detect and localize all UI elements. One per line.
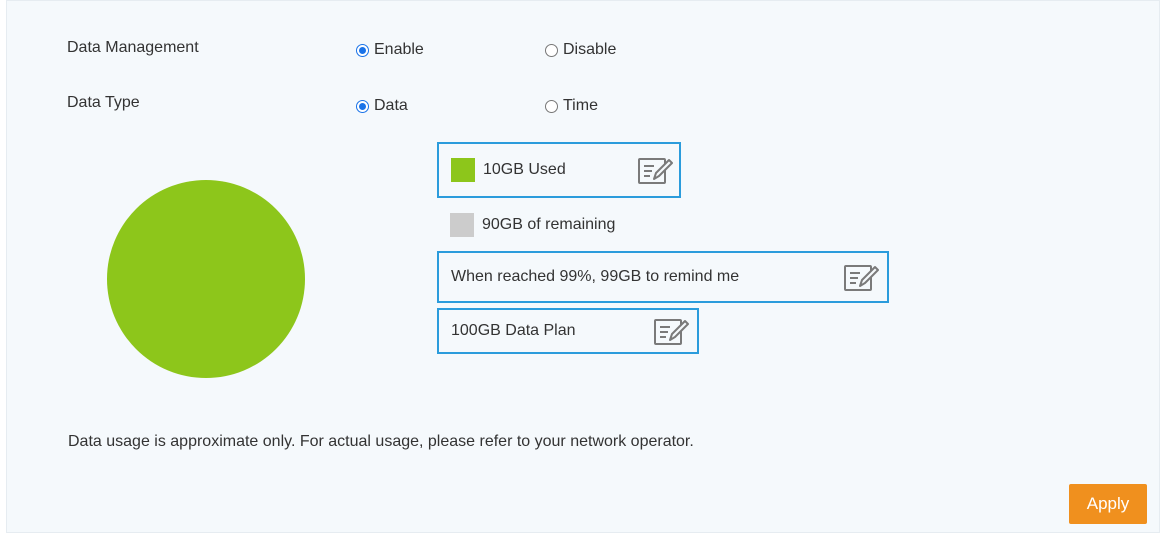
- radio-label: Data: [374, 97, 408, 114]
- edit-icon[interactable]: [843, 263, 879, 293]
- radio-label: Time: [563, 97, 598, 114]
- radio-label: Disable: [563, 41, 617, 58]
- reminder-item: When reached 99%, 99GB to remind me: [437, 251, 889, 303]
- used-label: 10GB Used: [483, 161, 566, 178]
- radio-checked-icon: [356, 99, 369, 113]
- radio-unchecked-icon: [545, 99, 558, 113]
- data-plan-item: 100GB Data Plan: [437, 308, 699, 354]
- data-usage-panel: Data Management Enable Disable Data Type…: [6, 0, 1160, 533]
- data-management-enable-radio[interactable]: Enable: [356, 41, 424, 59]
- data-management-label: Data Management: [67, 39, 199, 56]
- edit-icon[interactable]: [637, 156, 673, 186]
- data-type-data-radio[interactable]: Data: [356, 97, 408, 115]
- data-management-disable-radio[interactable]: Disable: [545, 41, 616, 59]
- data-type-label: Data Type: [67, 94, 140, 111]
- used-legend-item: 10GB Used: [437, 142, 681, 198]
- radio-unchecked-icon: [545, 43, 558, 57]
- data-type-time-radio[interactable]: Time: [545, 97, 598, 115]
- radio-checked-icon: [356, 43, 369, 57]
- reminder-label: When reached 99%, 99GB to remind me: [451, 268, 740, 285]
- edit-icon[interactable]: [653, 317, 689, 347]
- pie-slice-used: [107, 180, 305, 378]
- remaining-color-swatch: [450, 213, 474, 237]
- data-plan-label: 100GB Data Plan: [451, 322, 576, 339]
- usage-pie-chart: [107, 180, 305, 378]
- remaining-legend-item: 90GB of remaining: [450, 211, 615, 239]
- radio-label: Enable: [374, 41, 424, 58]
- remaining-label: 90GB of remaining: [482, 216, 616, 233]
- used-color-swatch: [451, 158, 475, 182]
- usage-disclaimer: Data usage is approximate only. For actu…: [68, 433, 694, 450]
- apply-button[interactable]: Apply: [1069, 484, 1147, 524]
